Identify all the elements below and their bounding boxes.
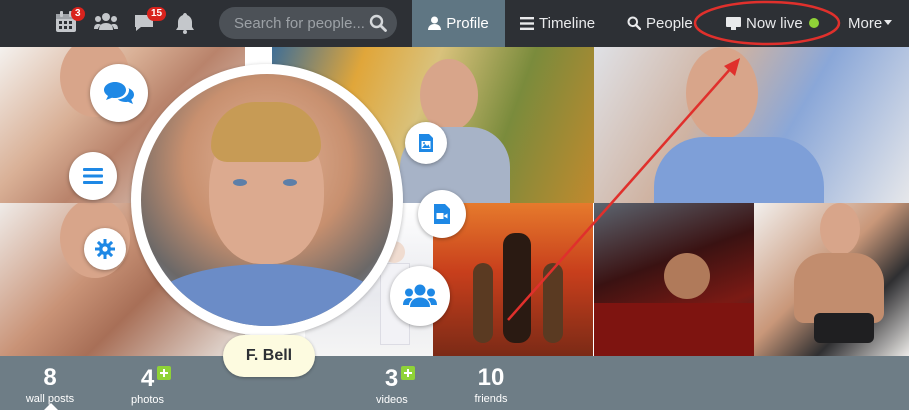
monitor-icon	[726, 17, 741, 30]
top-navbar: 3 15 Search for people... Profile Timeli…	[0, 0, 909, 47]
comment-button[interactable]	[90, 64, 148, 122]
comment-icon	[104, 82, 134, 104]
video-icon	[434, 204, 450, 224]
stat-photos-count: 4	[140, 365, 155, 392]
messages-badge: 15	[147, 7, 167, 21]
search-input[interactable]: Search for people...	[234, 15, 365, 32]
user-icon	[428, 16, 442, 30]
add-photo-plus-icon[interactable]	[157, 366, 172, 380]
stat-photos-label: photos	[131, 394, 165, 406]
bell-icon[interactable]	[175, 12, 195, 39]
stat-videos-label: videos	[376, 394, 408, 406]
tab-timeline-label: Timeline	[539, 15, 596, 32]
stat-videos[interactable]: 3 videos	[372, 366, 428, 407]
cover-photo-7	[594, 203, 754, 356]
add-video-plus-icon[interactable]	[401, 366, 416, 380]
more-menu-label: More	[848, 15, 883, 32]
stat-friends[interactable]: 10 friends	[466, 366, 516, 406]
active-stat-pointer	[44, 403, 58, 410]
profile-stats-bar: 8 wall posts 4 photos 3 videos 10 friend…	[0, 356, 909, 410]
tab-now-live[interactable]: Now live	[726, 0, 819, 47]
live-status-dot	[808, 18, 819, 28]
stat-friends-count: 10	[477, 364, 505, 391]
stat-wall-posts[interactable]: 8 wall posts	[22, 366, 78, 406]
tab-people[interactable]: People	[627, 0, 693, 47]
tab-now-live-label: Now live	[746, 15, 803, 32]
menu-button[interactable]	[69, 152, 117, 200]
search-icon[interactable]	[369, 14, 387, 37]
more-menu[interactable]: More	[848, 0, 893, 47]
stat-wall-posts-count: 8	[43, 364, 57, 391]
cover-photo-4	[594, 47, 909, 203]
chevron-down-icon	[884, 20, 893, 25]
list-icon	[520, 17, 534, 30]
profile-avatar[interactable]	[141, 74, 393, 326]
stat-videos-count: 3	[384, 365, 399, 392]
menu-icon	[83, 168, 103, 184]
group-icon	[403, 284, 437, 307]
gear-icon	[95, 239, 115, 259]
friends-button[interactable]	[390, 266, 450, 326]
search-box[interactable]: Search for people...	[219, 7, 397, 39]
events-badge: 3	[71, 7, 85, 21]
tab-people-label: People	[646, 15, 693, 32]
tab-timeline[interactable]: Timeline	[520, 0, 595, 47]
stat-photos[interactable]: 4 photos	[128, 366, 184, 407]
image-icon	[419, 134, 433, 152]
cover-photo-8	[754, 203, 909, 356]
tab-profile[interactable]: Profile	[412, 0, 505, 47]
videos-button[interactable]	[418, 190, 466, 238]
stat-friends-label: friends	[474, 393, 508, 405]
tab-profile-label: Profile	[446, 15, 489, 32]
photos-button[interactable]	[405, 122, 447, 164]
settings-button[interactable]	[84, 228, 126, 270]
search-icon	[627, 16, 642, 31]
people-icon[interactable]	[94, 12, 118, 37]
profile-name: F. Bell	[223, 335, 315, 377]
